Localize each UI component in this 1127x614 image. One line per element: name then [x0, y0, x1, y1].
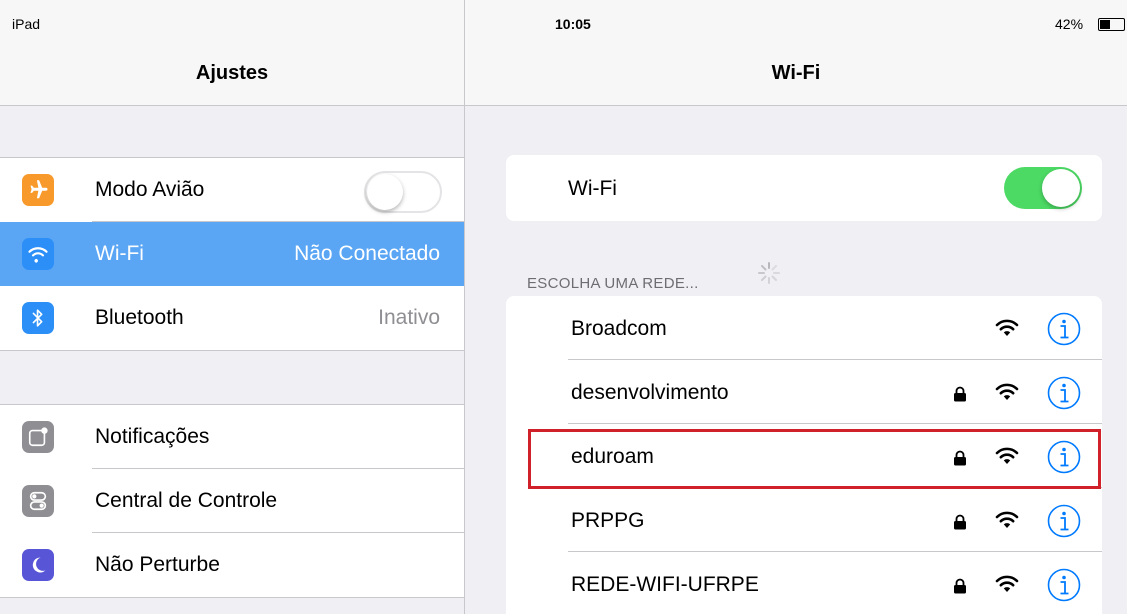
sidebar-item-label: Modo Avião: [95, 178, 205, 201]
network-row-rede-wifi-ufrpe[interactable]: REDE-WIFI-UFRPE: [506, 552, 1102, 614]
sidebar-item-wifi[interactable]: Wi-Fi Não Conectado: [0, 222, 464, 286]
battery-fill: [1100, 20, 1110, 29]
battery-percent: 42%: [1055, 16, 1084, 32]
wifi-status-value: Não Conectado: [294, 242, 440, 265]
highlight-annotation: [528, 429, 1101, 489]
airplane-icon: [22, 174, 54, 206]
network-row-desenvolvimento[interactable]: desenvolvimento: [506, 360, 1102, 424]
wifi-toggle[interactable]: [1004, 167, 1082, 209]
notifications-icon: [22, 421, 54, 453]
network-name: Broadcom: [571, 317, 667, 340]
settings-group-system: Notificações Central de Controle Não Per…: [0, 404, 464, 598]
airplane-mode-toggle[interactable]: [364, 171, 442, 213]
wifi-toggle-row: Wi-Fi: [506, 155, 1102, 221]
wifi-signal-icon: [995, 319, 1019, 336]
wifi-icon: [22, 238, 54, 270]
sidebar-item-airplane-mode[interactable]: Modo Avião: [0, 158, 464, 222]
wifi-detail-pane: Wi-Fi Wi-Fi ESCOLHA UMA REDE... Broadcom…: [465, 36, 1127, 614]
clock: 10:05: [555, 16, 591, 32]
toggle-knob: [367, 174, 403, 210]
sidebar-item-label: Bluetooth: [95, 306, 184, 329]
network-name: PRPPG: [571, 509, 645, 532]
network-name: REDE-WIFI-UFRPE: [571, 573, 759, 596]
info-icon[interactable]: [1047, 312, 1081, 346]
status-bar: iPad 10:05 42%: [0, 0, 1127, 36]
bluetooth-icon: [22, 302, 54, 334]
sidebar-title: Ajustes: [195, 62, 269, 84]
sidebar-item-label: Central de Controle: [95, 489, 278, 512]
wifi-toggle-label: Wi-Fi: [568, 177, 617, 200]
wifi-signal-icon: [995, 575, 1019, 592]
battery-icon: [1098, 18, 1125, 31]
sidebar-item-do-not-disturb[interactable]: Não Perturbe: [0, 533, 464, 597]
info-icon[interactable]: [1047, 568, 1081, 602]
info-icon[interactable]: [1047, 504, 1081, 538]
wifi-signal-icon: [995, 511, 1019, 528]
network-row-prppg[interactable]: PRPPG: [506, 488, 1102, 552]
sidebar-header: Ajustes: [0, 36, 464, 106]
detail-header: Wi-Fi: [465, 36, 1127, 106]
moon-icon: [22, 549, 54, 581]
sidebar-item-label: Notificações: [95, 425, 210, 448]
lock-icon: [954, 386, 966, 402]
info-icon[interactable]: [1047, 376, 1081, 410]
page-title: Wi-Fi: [771, 62, 821, 84]
sidebar-item-notifications[interactable]: Notificações: [0, 405, 464, 469]
sidebar-item-control-center[interactable]: Central de Controle: [0, 469, 464, 533]
lock-icon: [954, 578, 966, 594]
toggle-knob: [1042, 169, 1080, 207]
sidebar-item-bluetooth[interactable]: Bluetooth Inativo: [0, 286, 464, 350]
device-name: iPad: [12, 16, 41, 32]
settings-group-connectivity: Modo Avião Wi-Fi Não Conectado Bluetooth…: [0, 157, 464, 351]
loading-spinner-icon: [758, 262, 780, 284]
lock-icon: [954, 514, 966, 530]
control-center-icon: [22, 485, 54, 517]
sidebar-item-label: Não Perturbe: [95, 553, 220, 576]
bluetooth-status-value: Inativo: [378, 306, 440, 329]
network-row-broadcom[interactable]: Broadcom: [506, 296, 1102, 360]
choose-network-header: ESCOLHA UMA REDE...: [527, 275, 699, 292]
sidebar-item-label: Wi-Fi: [95, 242, 144, 265]
settings-sidebar: Ajustes Modo Avião Wi-Fi Não Conectado B…: [0, 36, 464, 614]
network-name: desenvolvimento: [571, 381, 729, 404]
wifi-signal-icon: [995, 383, 1019, 400]
